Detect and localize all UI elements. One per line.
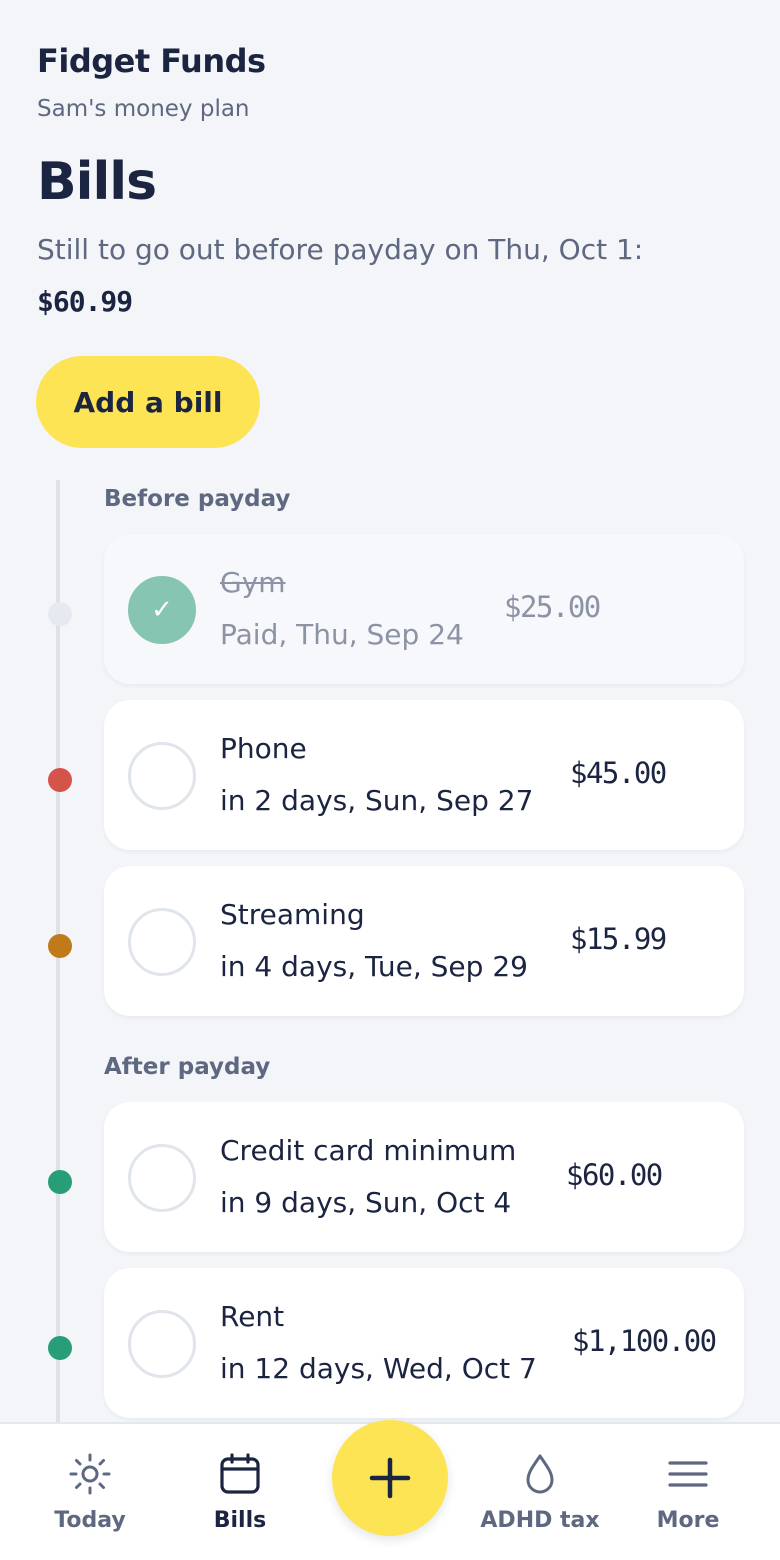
unpaid-check-circle[interactable] bbox=[128, 908, 196, 976]
timeline-dot bbox=[48, 768, 72, 792]
nav-item-more[interactable]: More bbox=[610, 1424, 766, 1560]
add-fab-button[interactable] bbox=[332, 1420, 448, 1536]
page-title: Bills bbox=[37, 152, 157, 212]
nav-item-adhd-tax[interactable]: ADHD tax bbox=[462, 1424, 618, 1560]
bill-amount: $60.00 bbox=[566, 1158, 663, 1192]
bill-due: in 2 days, Sun, Sep 27 bbox=[220, 784, 534, 817]
bill-name: Streaming bbox=[220, 898, 365, 931]
timeline-dot bbox=[48, 934, 72, 958]
bill-card-streaming[interactable]: Streaming in 4 days, Tue, Sep 29 $15.99 bbox=[104, 866, 744, 1016]
bill-due: Paid, Thu, Sep 24 bbox=[220, 618, 464, 651]
plus-icon bbox=[369, 1457, 411, 1499]
nav-label: ADHD tax bbox=[480, 1508, 600, 1533]
nav-label: Today bbox=[54, 1508, 126, 1533]
bill-name: Credit card minimum bbox=[220, 1134, 517, 1167]
bill-amount: $45.00 bbox=[570, 756, 667, 790]
summary-amount: $60.99 bbox=[37, 285, 133, 318]
bill-due: in 4 days, Tue, Sep 29 bbox=[220, 950, 528, 983]
timeline-dot bbox=[48, 1336, 72, 1360]
nav-item-today[interactable]: Today bbox=[12, 1424, 168, 1560]
bill-name: Phone bbox=[220, 732, 307, 765]
nav-label: Bills bbox=[213, 1508, 267, 1533]
bill-amount: $1,100.00 bbox=[572, 1324, 717, 1358]
unpaid-check-circle[interactable] bbox=[128, 1310, 196, 1378]
group-label-before-payday: Before payday bbox=[104, 486, 291, 512]
bill-due: in 9 days, Sun, Oct 4 bbox=[220, 1186, 512, 1219]
bill-card-phone[interactable]: Phone in 2 days, Sun, Sep 27 $45.00 bbox=[104, 700, 744, 850]
add-bill-button[interactable]: Add a bill bbox=[36, 356, 260, 448]
bill-amount: $15.99 bbox=[570, 922, 667, 956]
nav-label: More bbox=[656, 1508, 720, 1533]
unpaid-check-circle[interactable] bbox=[128, 742, 196, 810]
bill-name: Gym bbox=[220, 566, 286, 599]
checkmark-icon: ✓ bbox=[151, 595, 173, 625]
paid-check-icon[interactable]: ✓ bbox=[128, 576, 196, 644]
bill-due: in 12 days, Wed, Oct 7 bbox=[220, 1352, 537, 1385]
calendar-icon bbox=[220, 1453, 260, 1494]
menu-icon bbox=[668, 1461, 708, 1487]
unpaid-check-circle[interactable] bbox=[128, 1144, 196, 1212]
sun-icon bbox=[69, 1453, 111, 1495]
app-subtitle: Sam's money plan bbox=[37, 96, 250, 122]
group-label-after-payday: After payday bbox=[104, 1054, 271, 1080]
bill-name: Rent bbox=[220, 1300, 285, 1333]
summary-text: Still to go out before payday on Thu, Oc… bbox=[37, 233, 644, 266]
drop-icon bbox=[526, 1454, 554, 1494]
bill-card-rent[interactable]: Rent in 12 days, Wed, Oct 7 $1,100.00 bbox=[104, 1268, 744, 1418]
bill-card-credit-card-minimum[interactable]: Credit card minimum in 9 days, Sun, Oct … bbox=[104, 1102, 744, 1252]
bill-amount: $25.00 bbox=[504, 590, 601, 624]
timeline-dot bbox=[48, 1170, 72, 1194]
timeline-dot bbox=[48, 602, 72, 626]
app-name: Fidget Funds bbox=[37, 42, 266, 80]
nav-item-bills[interactable]: Bills bbox=[162, 1424, 318, 1560]
bill-card-gym[interactable]: ✓ Gym Paid, Thu, Sep 24 $25.00 bbox=[104, 534, 744, 684]
